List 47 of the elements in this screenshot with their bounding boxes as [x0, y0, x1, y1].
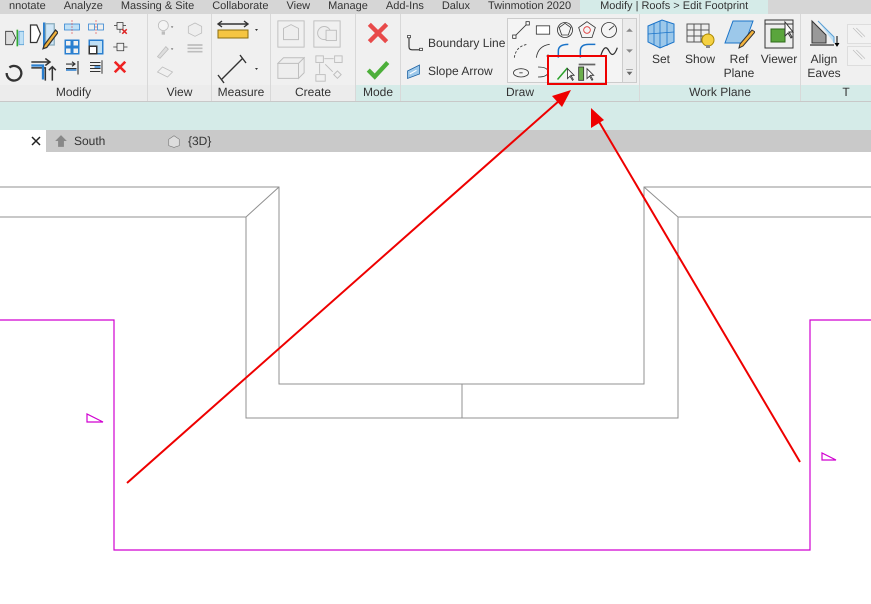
ribbon-tab[interactable]: Massing & Site [112, 0, 204, 14]
inscribed-polygon-icon[interactable] [555, 20, 575, 40]
highlight-rectangle [547, 55, 607, 85]
document-tab-label: South [74, 134, 106, 148]
panel-title: Modify [0, 85, 147, 101]
ribbon-tab[interactable]: nnotate [0, 0, 55, 14]
panel-title: View [148, 85, 211, 101]
document-tab-label: {3D} [188, 134, 212, 148]
array-icon[interactable] [62, 38, 82, 56]
plane-pencil-icon[interactable] [723, 18, 755, 50]
grid-plane-icon[interactable] [645, 18, 677, 50]
ribbon-tab[interactable]: Add-Ins [376, 0, 433, 14]
ribbon-tab[interactable]: Modify | Roofs > Edit Footprint [580, 0, 768, 14]
boundary-line-button[interactable]: Boundary Line [404, 32, 508, 54]
ribbon-tab[interactable]: Collaborate [203, 0, 278, 14]
ribbon-tab[interactable]: Manage [319, 0, 377, 14]
ribbon-tab[interactable]: View [277, 0, 320, 14]
circumscribed-polygon-icon[interactable] [577, 20, 597, 40]
close-icon[interactable] [30, 135, 42, 147]
align-eaves-button[interactable]: Align Eaves [804, 18, 844, 80]
slope-arrow-button[interactable]: Slope Arrow [404, 60, 495, 82]
scroll-down-icon[interactable] [625, 46, 634, 54]
fillet-arc-icon[interactable] [577, 40, 597, 60]
work-plane-button[interactable]: Show [682, 18, 718, 66]
viewer-window-icon[interactable] [763, 18, 795, 50]
boundary-line-icon[interactable] [406, 34, 424, 52]
gallery-menu-icon[interactable] [625, 68, 634, 76]
ribbon-tab[interactable]: Analyze [54, 0, 112, 14]
document-tab[interactable]: South [46, 130, 158, 152]
line-tool-icon[interactable] [511, 20, 531, 40]
ribbon-tab[interactable]: Dalux [432, 0, 479, 14]
panel-title: Work Plane [640, 85, 800, 101]
work-plane-button[interactable]: Viewer [760, 18, 798, 66]
work-plane-button[interactable]: Ref Plane [721, 18, 757, 80]
scroll-up-icon[interactable] [625, 26, 634, 34]
ribbon-tab[interactable]: Twinmotion 2020 [478, 0, 580, 14]
cancel-icon[interactable] [365, 20, 391, 46]
work-plane-button[interactable]: Set [643, 18, 679, 66]
scale-icon[interactable] [86, 38, 106, 56]
panel-title: Create [271, 85, 355, 101]
circle-tool-icon[interactable] [599, 20, 619, 40]
pick-walls-icon[interactable] [577, 62, 597, 82]
panel-title: Measure [212, 85, 270, 101]
document-tab[interactable]: {3D} [158, 130, 270, 152]
panel-title: Mode [356, 85, 400, 101]
panel-title: Draw [401, 85, 639, 101]
panel-title: T [801, 85, 871, 101]
